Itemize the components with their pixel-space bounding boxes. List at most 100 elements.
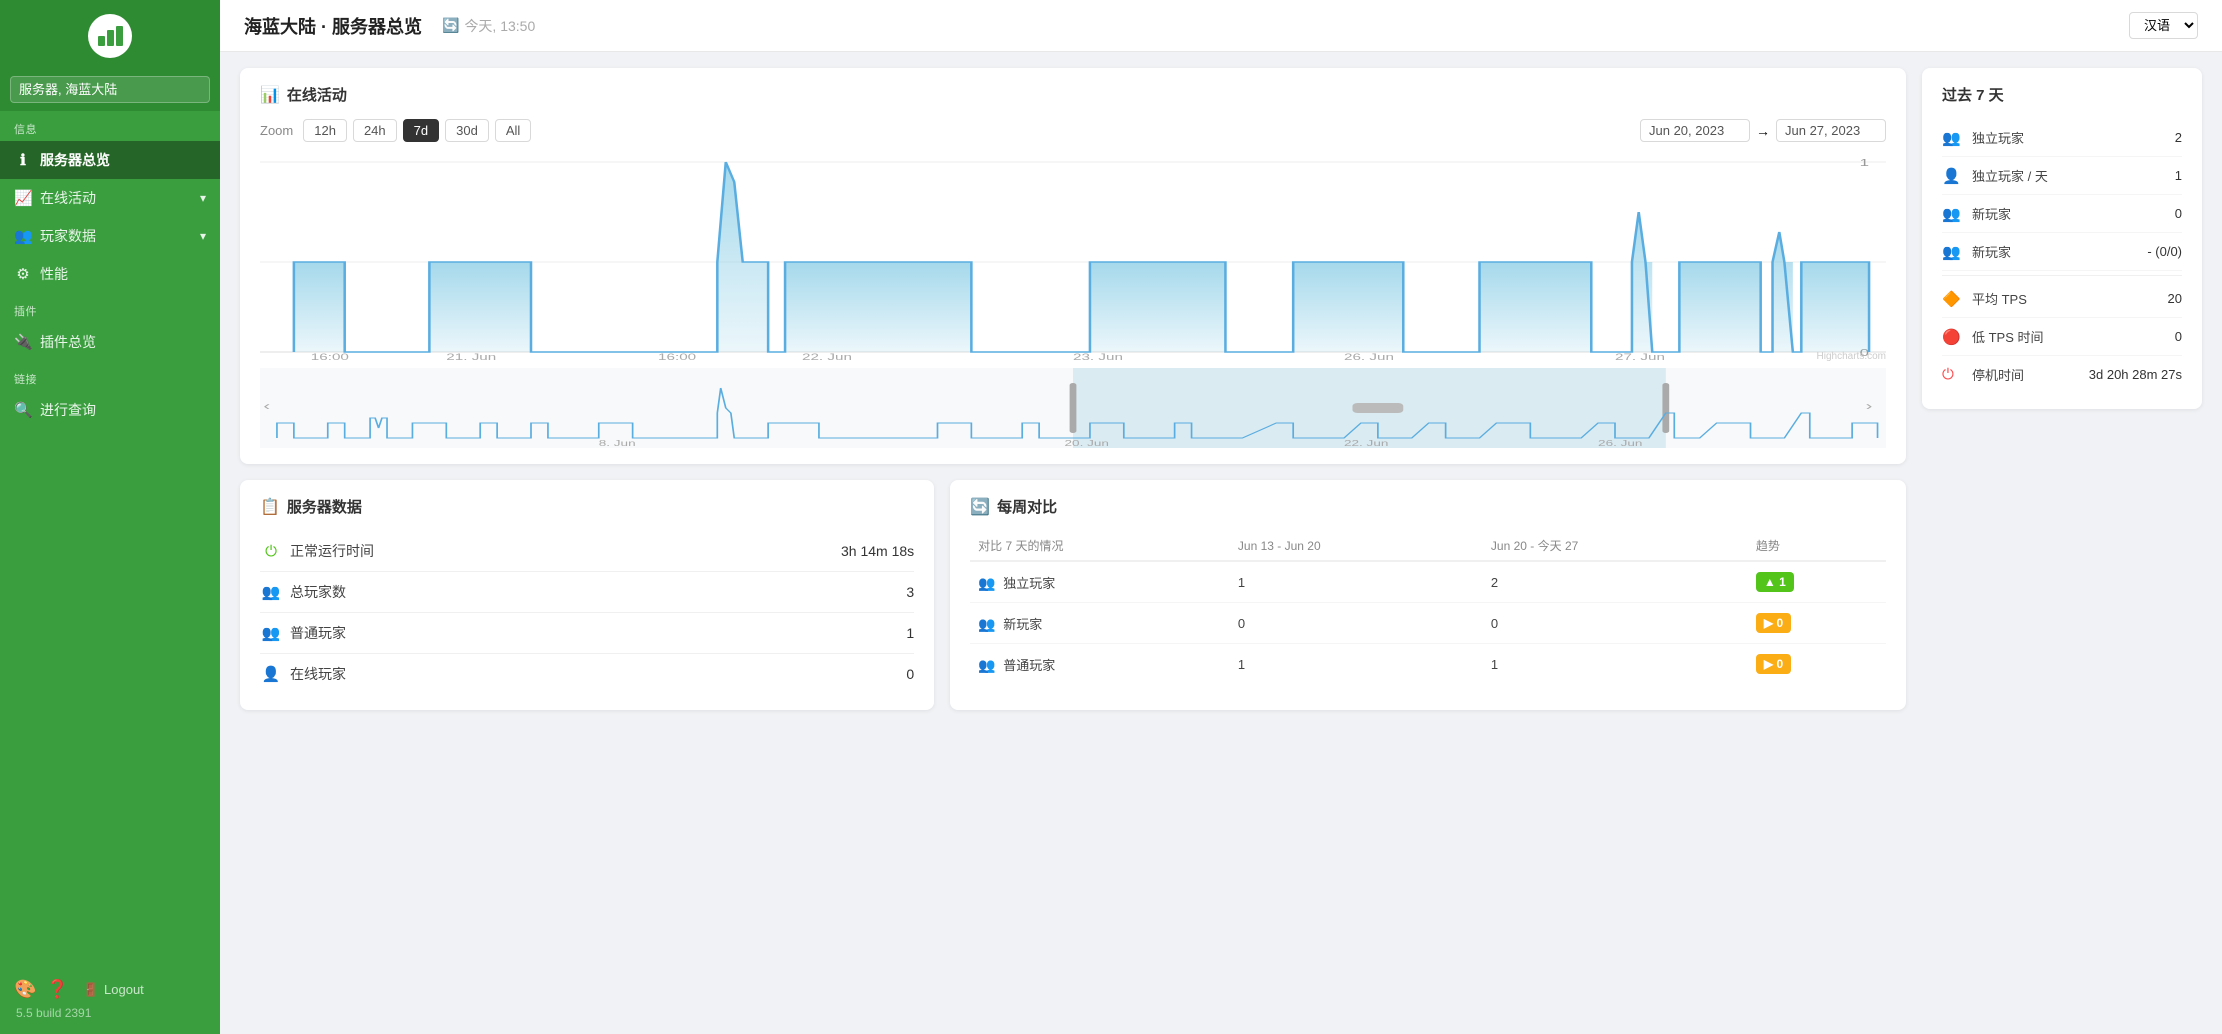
weekly-compare-title: 🔄 每周对比 bbox=[970, 496, 1886, 517]
zoom-30d[interactable]: 30d bbox=[445, 119, 489, 142]
wc-new-val2: 0 bbox=[1483, 603, 1748, 644]
zoom-12h[interactable]: 12h bbox=[303, 119, 347, 142]
svg-text:21. Jun: 21. Jun bbox=[446, 352, 496, 362]
downtime-value: 3d 20h 28m 27s bbox=[2089, 367, 2182, 382]
regular-players-row: 👥 普通玩家 1 bbox=[260, 613, 914, 654]
unique-players-label: 独立玩家 bbox=[1972, 128, 2167, 147]
sidebar-item-label: 插件总览 bbox=[40, 332, 96, 352]
sidebar-item-server-overview[interactable]: ℹ 服务器总览 bbox=[0, 141, 220, 179]
wc-unique-val1: 1 bbox=[1230, 561, 1483, 603]
sidebar-item-label: 进行查询 bbox=[40, 400, 96, 420]
date-from-input[interactable]: Jun 20, 2023 bbox=[1640, 119, 1750, 142]
power-icon: ⏻ bbox=[260, 543, 282, 560]
svg-text:16:00: 16:00 bbox=[311, 352, 349, 362]
sidebar-item-performance[interactable]: ⚙ 性能 bbox=[0, 255, 220, 293]
topbar: 海蓝大陆 · 服务器总览 🔄 今天, 13:50 汉语 bbox=[220, 0, 2222, 52]
chart-icon: 📈 bbox=[14, 189, 32, 207]
svg-text:›: › bbox=[1866, 399, 1873, 413]
mini-chart: 8. Jun 20. Jun 22. Jun 26. Jun ‹ › bbox=[260, 368, 1886, 448]
date-arrow: → bbox=[1756, 123, 1770, 139]
avg-tps-label: 平均 TPS bbox=[1972, 289, 2160, 308]
zoom-label: Zoom bbox=[260, 123, 293, 138]
version-label: 5.5 build 2391 bbox=[14, 1006, 206, 1020]
sidebar-item-label: 在线活动 bbox=[40, 188, 96, 208]
palette-icon[interactable]: 🎨 bbox=[14, 979, 36, 1000]
online-activity-title: 📊 在线活动 bbox=[260, 84, 1886, 105]
wc-regular-label: 👥 普通玩家 bbox=[970, 644, 1230, 685]
users-icon: 👥 bbox=[14, 227, 32, 245]
wc-new-val1: 0 bbox=[1230, 603, 1483, 644]
weekly-table-header: 对比 7 天的情况 Jun 13 - Jun 20 Jun 20 - 今天 27… bbox=[970, 531, 1886, 561]
zoom-all[interactable]: All bbox=[495, 119, 531, 142]
main-content: 海蓝大陆 · 服务器总览 🔄 今天, 13:50 汉语 📊 在线活动 Zoom … bbox=[220, 0, 2222, 1034]
help-icon[interactable]: ❓ bbox=[46, 979, 68, 1000]
sidebar-item-label: 性能 bbox=[40, 264, 68, 284]
new-players2-label: 新玩家 bbox=[1972, 242, 2139, 261]
avg-tps-value: 20 bbox=[2168, 291, 2182, 306]
new-players2-icon: 👥 bbox=[1942, 243, 1964, 261]
plugin-icon: 🔌 bbox=[14, 333, 32, 351]
sidebar-bottom: 🎨 ❓ 🚪 Logout 5.5 build 2391 bbox=[0, 965, 220, 1034]
unique-per-day-value: 1 bbox=[2175, 168, 2182, 183]
sidebar-section-plugins: 插件 bbox=[0, 293, 220, 323]
refresh-icon[interactable]: 🔄 bbox=[442, 17, 459, 34]
new-players2-value: - (0/0) bbox=[2147, 244, 2182, 259]
svg-text:23. Jun: 23. Jun bbox=[1073, 352, 1123, 362]
zoom-7d[interactable]: 7d bbox=[403, 119, 439, 142]
refresh-time: 今天, 13:50 bbox=[464, 16, 535, 36]
language-select-wrapper[interactable]: 汉语 bbox=[2129, 12, 2198, 39]
svg-text:22. Jun: 22. Jun bbox=[802, 352, 852, 362]
compare-icon: 🔄 bbox=[970, 497, 990, 517]
chevron-down-icon: ▾ bbox=[200, 229, 206, 243]
svg-text:27. Jun: 27. Jun bbox=[1615, 352, 1665, 362]
sidebar-item-online-activity[interactable]: 📈 在线活动 ▾ bbox=[0, 179, 220, 217]
user-blue-icon: 👤 bbox=[260, 665, 282, 683]
past7-title: 过去 7 天 bbox=[1942, 84, 2182, 105]
content-left: 📊 在线活动 Zoom 12h 24h 7d 30d All Jun 20, 2… bbox=[240, 68, 1906, 1018]
info-icon: ℹ bbox=[14, 151, 32, 169]
book-icon: 📋 bbox=[260, 497, 280, 517]
uptime-row: ⏻ 正常运行时间 3h 14m 18s bbox=[260, 531, 914, 572]
low-tps-icon: 🔴 bbox=[1942, 328, 1964, 346]
unique-day-icon: 👤 bbox=[1942, 167, 1964, 185]
sidebar-item-label: 玩家数据 bbox=[40, 226, 96, 246]
regular-players-value: 1 bbox=[906, 625, 914, 641]
trend-up-badge: ▲ 1 bbox=[1756, 572, 1794, 592]
wc-unique-label: 👥 独立玩家 bbox=[970, 561, 1230, 603]
avg-tps-icon: 🔶 bbox=[1942, 290, 1964, 308]
wc-new-trend: ▶ 0 bbox=[1748, 603, 1886, 644]
sidebar-item-player-data[interactable]: 👥 玩家数据 ▾ bbox=[0, 217, 220, 255]
wc-regular-val2: 1 bbox=[1483, 644, 1748, 685]
unique-per-day-label: 独立玩家 / 天 bbox=[1972, 166, 2167, 185]
sidebar-section-links: 链接 bbox=[0, 361, 220, 391]
language-select[interactable]: 汉语 bbox=[2129, 12, 2198, 39]
server-select-wrapper[interactable]: 服务器, 海蓝大陆 bbox=[0, 68, 220, 111]
mini-chart-svg: 8. Jun 20. Jun 22. Jun 26. Jun ‹ › bbox=[260, 368, 1886, 448]
sidebar-item-query[interactable]: 🔍 进行查询 bbox=[0, 391, 220, 429]
bottom-cards: 📋 服务器数据 ⏻ 正常运行时间 3h 14m 18s 👥 总玩家数 3 bbox=[240, 480, 1906, 710]
regular-players-label: 普通玩家 bbox=[290, 623, 898, 643]
zoom-24h[interactable]: 24h bbox=[353, 119, 397, 142]
svg-text:26. Jun: 26. Jun bbox=[1598, 440, 1642, 448]
svg-text:16:00: 16:00 bbox=[658, 352, 696, 362]
online-players-row: 👤 在线玩家 0 bbox=[260, 654, 914, 694]
svg-text:1: 1 bbox=[1860, 157, 1870, 169]
past7-low-tps: 🔴 低 TPS 时间 0 bbox=[1942, 318, 2182, 356]
uptime-value: 3h 14m 18s bbox=[841, 543, 914, 559]
sidebar-item-plugin-overview[interactable]: 🔌 插件总览 bbox=[0, 323, 220, 361]
past7-avg-tps: 🔶 平均 TPS 20 bbox=[1942, 280, 2182, 318]
date-to-input[interactable]: Jun 27, 2023 bbox=[1776, 119, 1886, 142]
server-data-title: 📋 服务器数据 bbox=[260, 496, 914, 517]
total-players-label: 总玩家数 bbox=[290, 582, 898, 602]
page-title: 海蓝大陆 · 服务器总览 bbox=[244, 13, 422, 39]
zoom-controls: Zoom 12h 24h 7d 30d All Jun 20, 2023 → J… bbox=[260, 119, 1886, 142]
sidebar-logo bbox=[0, 0, 220, 68]
weekly-table: 对比 7 天的情况 Jun 13 - Jun 20 Jun 20 - 今天 27… bbox=[970, 531, 1886, 684]
unique-players-icon: 👥 bbox=[1942, 129, 1964, 147]
logout-button[interactable]: 🚪 Logout bbox=[83, 982, 144, 998]
server-select[interactable]: 服务器, 海蓝大陆 bbox=[10, 76, 210, 103]
svg-text:22. Jun: 22. Jun bbox=[1344, 440, 1388, 448]
users-green-icon: 👥 bbox=[978, 575, 995, 591]
chart-watermark: Highcharts.com bbox=[1817, 351, 1886, 362]
online-players-label: 在线玩家 bbox=[290, 664, 898, 684]
